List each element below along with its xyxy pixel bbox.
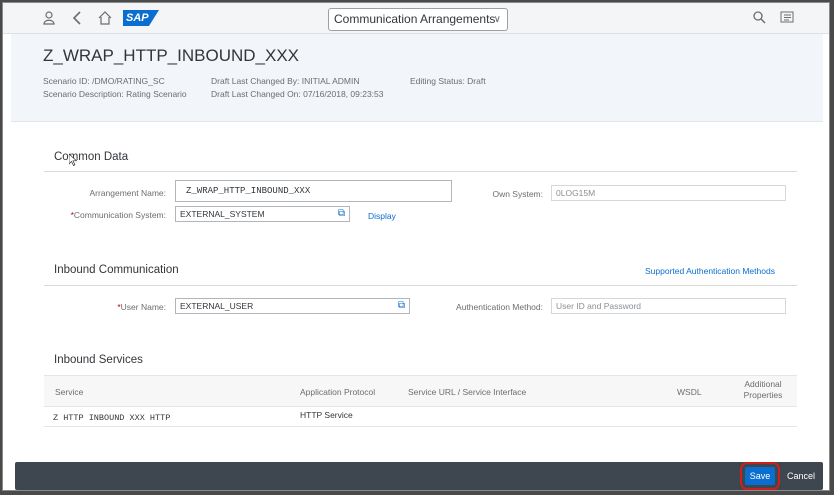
footer-toolbar: Save Cancel (15, 462, 823, 490)
divider (44, 171, 797, 172)
shell-bar: SAP Communication Arrangements ∨ (3, 3, 829, 34)
communication-system-label: *Communication System: (51, 210, 166, 220)
home-icon[interactable] (97, 11, 113, 27)
communication-system-value: EXTERNAL_SYSTEM (180, 209, 265, 219)
notifications-icon[interactable] (779, 11, 795, 27)
save-button[interactable]: Save (740, 462, 780, 490)
editing-status: Editing Status: Draft (410, 76, 486, 86)
cancel-button[interactable]: Cancel (785, 467, 817, 485)
draft-changed-on: Draft Last Changed On: 07/16/2018, 09:23… (211, 89, 384, 99)
page-title: Z_WRAP_HTTP_INBOUND_XXX (43, 46, 299, 65)
app-title-menu[interactable]: Communication Arrangements ∨ (328, 8, 508, 31)
back-icon[interactable] (69, 11, 85, 27)
services-table-header: Service Application Protocol Service URL… (44, 375, 797, 407)
search-icon[interactable] (751, 11, 767, 27)
own-system-label: Own System: (492, 189, 543, 199)
column-header-service[interactable]: Service (55, 387, 83, 397)
draft-changed-by: Draft Last Changed By: INITIAL ADMIN (211, 76, 360, 86)
divider (44, 285, 797, 286)
scenario-description: Scenario Description: Rating Scenario (43, 89, 187, 99)
arrangement-name-field[interactable]: Z_WRAP_HTTP_INBOUND_XXX (175, 180, 452, 202)
table-row[interactable]: Z HTTP INBOUND XXX HTTP HTTP Service (44, 407, 797, 427)
user-name-label-text: User Name: (120, 302, 166, 312)
authentication-method-label: Authentication Method: (456, 302, 543, 312)
protocol-cell: HTTP Service (300, 410, 353, 420)
display-link[interactable]: Display (368, 211, 396, 221)
scenario-id: Scenario ID: /DMO/RATING_SC (43, 76, 165, 86)
user-name-field[interactable]: EXTERNAL_USER ⧉ (175, 298, 410, 314)
column-header-additional-properties[interactable]: Additional Properties (738, 379, 788, 401)
user-name-label: *User Name: (51, 302, 166, 312)
user-icon[interactable] (41, 11, 57, 27)
mouse-cursor-icon (69, 154, 77, 166)
supported-authentication-methods-link[interactable]: Supported Authentication Methods (645, 266, 775, 276)
column-header-wsdl[interactable]: WSDL (677, 387, 702, 397)
value-help-icon[interactable]: ⧉ (398, 299, 405, 313)
arrangement-name-label: Arrangement Name: (89, 188, 166, 198)
section-title-common-data: Common Data (54, 151, 129, 163)
app-window: SAP Communication Arrangements ∨ Z_WRAP_… (2, 2, 830, 491)
column-header-application-protocol[interactable]: Application Protocol (300, 387, 375, 397)
column-header-service-url[interactable]: Service URL / Service Interface (408, 387, 526, 397)
communication-system-label-text: Communication System: (73, 210, 166, 220)
object-header: Z_WRAP_HTTP_INBOUND_XXX Scenario ID: /DM… (11, 34, 823, 122)
section-title-inbound-services: Inbound Services (54, 354, 143, 366)
object-page-content: Common Data Arrangement Name: Z_WRAP_HTT… (11, 122, 823, 462)
chevron-down-icon: ∨ (493, 14, 501, 25)
user-name-value: EXTERNAL_USER (180, 301, 254, 311)
sap-logo[interactable]: SAP (123, 10, 159, 26)
app-title-text: Communication Arrangements (334, 12, 496, 26)
authentication-method-field[interactable]: User ID and Password (551, 298, 786, 314)
section-title-inbound-communication: Inbound Communication (54, 264, 179, 276)
service-cell: Z HTTP INBOUND XXX HTTP (53, 413, 171, 423)
own-system-field: 0LOG15M (551, 185, 786, 201)
value-help-icon[interactable]: ⧉ (338, 207, 345, 221)
communication-system-field[interactable]: EXTERNAL_SYSTEM ⧉ (175, 206, 350, 222)
